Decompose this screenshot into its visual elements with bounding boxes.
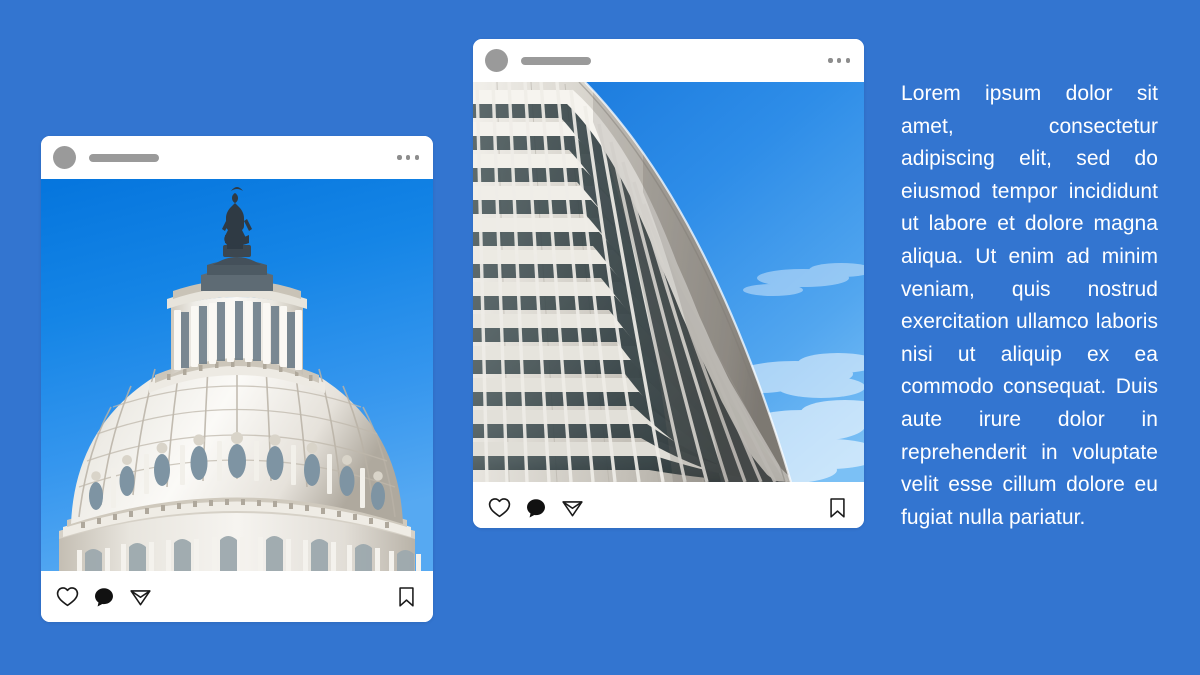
username-placeholder-bar xyxy=(89,153,159,162)
action-left-group xyxy=(56,586,152,608)
post-header xyxy=(41,136,433,179)
bookmark-icon[interactable] xyxy=(397,586,416,608)
comment-bubble-filled-icon[interactable] xyxy=(525,497,547,519)
slide-canvas: Lorem ipsum dolor sit amet, consectetur … xyxy=(0,0,1200,675)
bookmark-icon[interactable] xyxy=(828,497,847,519)
ellipsis-horizontal-icon[interactable] xyxy=(828,58,850,63)
post-action-bar xyxy=(41,571,433,622)
post-action-bar xyxy=(473,482,864,528)
action-left-group xyxy=(488,497,584,519)
ellipsis-horizontal-icon[interactable] xyxy=(397,155,419,160)
username-placeholder-bar xyxy=(521,56,591,65)
paper-plane-icon[interactable] xyxy=(129,586,152,608)
heart-icon[interactable] xyxy=(488,497,511,518)
avatar[interactable] xyxy=(53,146,76,169)
body-copy-text: Lorem ipsum dolor sit amet, consectetur … xyxy=(901,82,1158,529)
post-image-building xyxy=(473,82,864,482)
avatar[interactable] xyxy=(485,49,508,72)
post-card-building[interactable] xyxy=(473,39,864,528)
post-image-capitol xyxy=(41,179,433,571)
comment-bubble-filled-icon[interactable] xyxy=(93,586,115,608)
post-card-capitol[interactable] xyxy=(41,136,433,622)
heart-icon[interactable] xyxy=(56,586,79,607)
paper-plane-icon[interactable] xyxy=(561,497,584,519)
post-header xyxy=(473,39,864,82)
